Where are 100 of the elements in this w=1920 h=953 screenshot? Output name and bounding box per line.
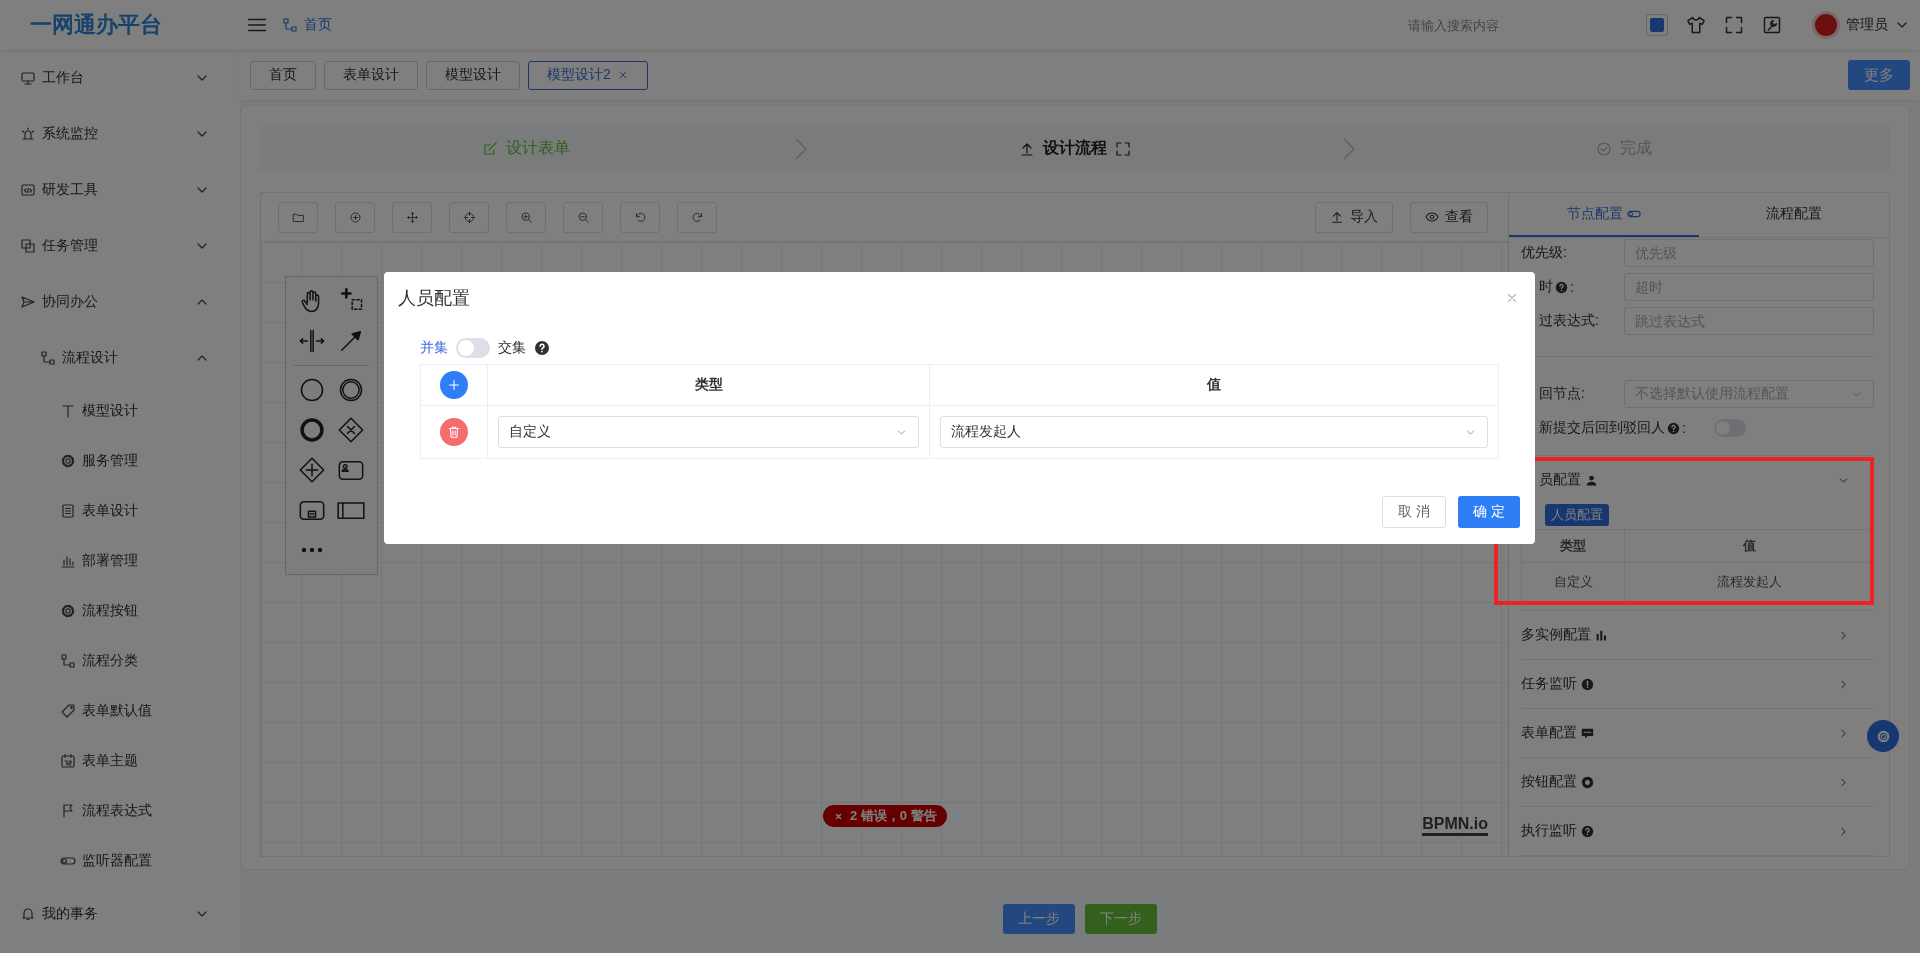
page-tab[interactable]: 表单设计 — [324, 60, 418, 90]
fullscreen-icon — [1115, 140, 1131, 157]
sidebar-item[interactable]: 流程表达式 — [0, 786, 240, 836]
flow-icon — [40, 350, 56, 366]
column-header: 类型 — [487, 364, 930, 406]
undo-icon — [633, 210, 647, 224]
sidebar-item[interactable]: 表单设计 — [0, 486, 240, 536]
select-field[interactable]: 自定义 — [498, 416, 920, 448]
previous-button[interactable]: 上一步 — [1003, 904, 1075, 934]
toolbar-button[interactable] — [449, 201, 489, 233]
lifebuoy-icon — [1581, 775, 1594, 789]
toolbar-button[interactable]: 查看 — [1410, 201, 1488, 233]
document-icon — [60, 503, 76, 519]
avatar[interactable] — [1812, 11, 1840, 39]
toolbar-button[interactable]: 导入 — [1315, 201, 1393, 233]
section-header[interactable]: 执行监听 — [1521, 807, 1860, 855]
code-icon — [20, 182, 36, 198]
section-header[interactable]: 任务监听 — [1521, 660, 1860, 708]
sidebar-item[interactable]: 研发工具 — [0, 162, 240, 218]
label-colon: : — [1682, 420, 1686, 436]
check-circle-icon — [1595, 140, 1612, 157]
step[interactable]: 设计流程 — [808, 138, 1342, 159]
sidebar-item[interactable]: 流程分类 — [0, 636, 240, 686]
switch-label: 并集 — [420, 339, 448, 357]
layout-toggle-icon[interactable] — [1646, 14, 1668, 36]
sidebar-item[interactable]: 流程按钮 — [0, 586, 240, 636]
page-tab[interactable]: 首页 — [250, 60, 316, 90]
field-label: 新提交后回到驳回人 — [1539, 419, 1665, 437]
crosshair-icon — [462, 210, 476, 224]
sidebar-item[interactable]: 监听器配置 — [0, 836, 240, 886]
close-button[interactable] — [1505, 291, 1519, 305]
toolbar-button[interactable] — [335, 201, 375, 233]
gear-icon — [60, 453, 76, 469]
zoom-out-icon — [576, 210, 590, 224]
exclusive-gateway-icon[interactable] — [337, 416, 365, 444]
sidebar-item[interactable]: 我的事务 — [0, 886, 240, 942]
bpmn-logo[interactable]: BPMN.io — [1422, 815, 1488, 836]
parallel-gateway-icon[interactable] — [298, 456, 326, 484]
toolbar-button[interactable] — [278, 201, 318, 233]
select-field[interactable]: 流程发起人 — [940, 416, 1488, 448]
space-tool-icon[interactable] — [298, 327, 326, 355]
field-label: 过表达式: — [1539, 312, 1599, 330]
help-icon — [1581, 824, 1594, 838]
config-button[interactable]: 人员配置 — [1545, 504, 1609, 526]
panel-tab[interactable]: 节点配置 — [1509, 193, 1699, 237]
cancel-button[interactable]: 取 消 — [1382, 496, 1447, 528]
sidebar-item[interactable]: 服务管理 — [0, 436, 240, 486]
sidebar-item[interactable]: 模型设计 — [0, 386, 240, 436]
add-button[interactable] — [440, 371, 468, 399]
alert-icon — [1581, 677, 1594, 691]
panel-tab[interactable]: 流程配置 — [1699, 193, 1889, 237]
dialog-title: 人员配置 — [398, 287, 470, 310]
sidebar-item[interactable]: 任务管理 — [0, 218, 240, 274]
start-event-icon[interactable] — [298, 376, 326, 404]
person-icon — [1585, 473, 1598, 487]
plus-icon — [447, 378, 461, 392]
shirt-icon[interactable] — [1686, 15, 1706, 35]
field-label: 时 — [1539, 278, 1553, 296]
fullscreen-icon[interactable] — [1724, 15, 1744, 35]
field-label: 优先级: — [1521, 244, 1567, 262]
toolbar-button[interactable] — [392, 201, 432, 233]
intermediate-event-icon[interactable] — [337, 376, 365, 404]
sidebar-item[interactable]: 表单主题 — [0, 736, 240, 786]
close-icon — [1505, 291, 1519, 305]
label-colon: : — [1570, 279, 1574, 295]
delete-button[interactable] — [440, 418, 468, 446]
breadcrumb-link[interactable]: 首页 — [282, 16, 332, 34]
alarm-icon — [20, 126, 36, 142]
column-header: 类型 — [1521, 529, 1625, 563]
field-label: 回节点: — [1539, 385, 1585, 403]
send-icon — [20, 294, 36, 310]
more-button[interactable]: 更多 — [1848, 60, 1910, 90]
eye-icon — [1425, 210, 1439, 224]
edit-icon — [482, 140, 499, 157]
sidebar-item[interactable]: 流程设计 — [0, 330, 240, 386]
section-header[interactable]: 表单配置 — [1521, 709, 1860, 757]
sidebar-item[interactable]: 部署管理 — [0, 536, 240, 586]
error-badge[interactable]: 2 错误，0 警告 — [823, 805, 947, 827]
sidebar-item[interactable]: 工作台 — [0, 50, 240, 106]
sidebar-item[interactable]: 系统监控 — [0, 106, 240, 162]
sidebar-item[interactable]: 协同办公 — [0, 274, 240, 330]
wrench-icon[interactable] — [1762, 15, 1782, 35]
calendar-icon — [60, 753, 76, 769]
confirm-button[interactable]: 确 定 — [1458, 496, 1520, 528]
toggle-switch[interactable] — [456, 338, 490, 358]
section-header[interactable]: 按钮配置 — [1521, 758, 1860, 806]
more-icon[interactable] — [300, 546, 324, 554]
sidebar-item[interactable]: 表单默认值 — [0, 686, 240, 736]
gear-icon — [60, 603, 76, 619]
gear-icon — [1875, 728, 1891, 744]
end-event-icon[interactable] — [298, 416, 326, 444]
page-tab[interactable]: 模型设计 — [426, 60, 520, 90]
page-tab[interactable]: 模型设计2 — [528, 60, 648, 90]
comment-icon — [1581, 726, 1594, 740]
copy-icon — [20, 238, 36, 254]
section-header[interactable]: 员配置 — [1521, 456, 1860, 504]
user-name[interactable]: 管理员 — [1846, 16, 1888, 34]
section-header[interactable]: 多实例配置 — [1521, 611, 1860, 659]
help-icon — [534, 340, 550, 356]
switch-label: 交集 — [498, 339, 526, 357]
